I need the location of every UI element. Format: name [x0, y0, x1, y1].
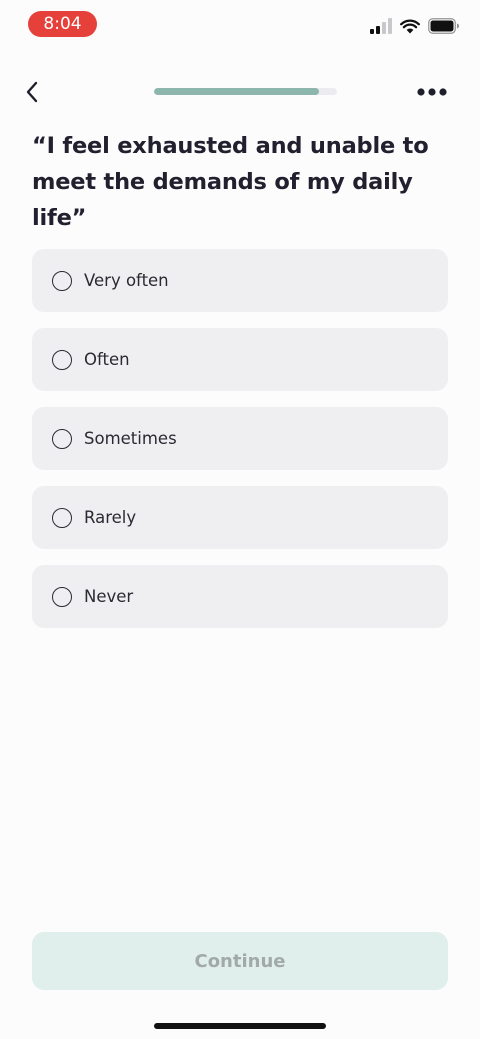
- option-rarely[interactable]: Rarely: [32, 486, 448, 549]
- wifi-icon: [400, 19, 420, 33]
- continue-button[interactable]: Continue: [32, 932, 448, 990]
- option-never[interactable]: Never: [32, 565, 448, 628]
- progress-fill: [154, 88, 319, 95]
- more-horizontal-icon: [417, 88, 447, 96]
- progress-bar: [154, 88, 337, 95]
- option-label: Sometimes: [84, 429, 177, 448]
- option-label: Rarely: [84, 508, 137, 527]
- radio-icon[interactable]: [52, 349, 72, 370]
- option-label: Never: [84, 587, 134, 606]
- answer-options: Very often Often Sometimes Rarely Never: [32, 249, 448, 644]
- signal-icon: [370, 18, 392, 34]
- question-text: “I feel exhausted and unable to meet the…: [32, 133, 429, 231]
- radio-icon[interactable]: [52, 270, 72, 291]
- battery-icon: [428, 18, 459, 34]
- radio-icon[interactable]: [52, 428, 72, 449]
- back-button[interactable]: [14, 74, 50, 110]
- option-often[interactable]: Often: [32, 328, 448, 391]
- option-very-often[interactable]: Very often: [32, 249, 448, 312]
- option-label: Very often: [84, 271, 169, 290]
- more-button[interactable]: [412, 74, 452, 110]
- status-time: 8:04: [28, 11, 97, 37]
- status-bar: 8:04: [0, 0, 480, 48]
- option-sometimes[interactable]: Sometimes: [32, 407, 448, 470]
- option-label: Often: [84, 350, 130, 369]
- header: [0, 70, 480, 114]
- radio-icon[interactable]: [52, 507, 72, 528]
- home-indicator: [154, 1023, 326, 1029]
- radio-icon[interactable]: [52, 586, 72, 607]
- status-icons: [370, 17, 460, 35]
- chevron-left-icon: [26, 81, 38, 103]
